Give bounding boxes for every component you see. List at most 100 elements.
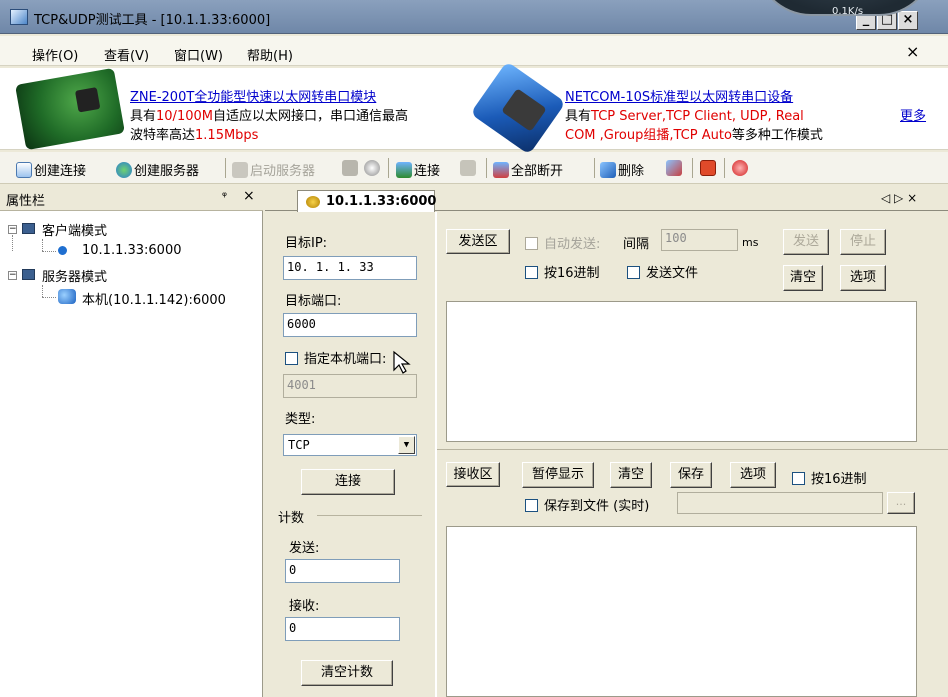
tree-server-mode[interactable]: 服务器模式	[42, 266, 107, 285]
send-area-button[interactable]: 发送区	[446, 229, 510, 254]
save-file-path[interactable]	[677, 492, 883, 514]
interval-label: 间隔	[623, 237, 650, 252]
delete-all-icon	[666, 160, 682, 176]
menu-operate[interactable]: 操作(O)	[32, 45, 78, 64]
module-image[interactable]	[15, 67, 125, 151]
count-group-label: 计数	[278, 511, 305, 526]
send-options-button[interactable]: 选项	[840, 265, 886, 291]
target-port-label: 目标端口:	[285, 294, 342, 309]
cancel-button[interactable]	[364, 160, 382, 177]
pin-icon[interactable]: ᵠ	[222, 189, 227, 203]
disconnect-all-button[interactable]: 全部断开	[493, 160, 563, 179]
ad1-line2: 具有10/100M自适应以太网接口，串口通信最高	[130, 109, 408, 124]
tree-server-item[interactable]: 本机(10.1.1.142):6000	[82, 289, 226, 308]
receive-area: 接收区 暂停显示 清空 保存 选项 按16进制 保存到文件 (实时) ...	[437, 452, 948, 697]
ad1-link[interactable]: ZNE-200T全功能型快速以太网转串口模块	[130, 86, 376, 105]
pause-display-button[interactable]: 暂停显示	[522, 462, 594, 488]
tree-line	[42, 239, 43, 251]
send-textarea[interactable]	[446, 301, 917, 442]
connection-panel: 目标IP: 10. 1. 1. 33 目标端口: 6000 指定本机端口: 40…	[265, 212, 948, 697]
cancel-icon	[364, 160, 380, 176]
local-port-input[interactable]: 4001	[283, 374, 417, 398]
local-port-checkbox[interactable]: 指定本机端口:	[285, 348, 386, 367]
chevron-down-icon[interactable]: ▼	[398, 436, 415, 454]
tab-connection[interactable]: 10.1.1.33:6000	[297, 190, 437, 212]
interval-input[interactable]: 100	[661, 229, 738, 251]
window-title: TCP&UDP测试工具 - [10.1.1.33:6000]	[34, 13, 271, 28]
connection-status-icon	[58, 246, 67, 255]
menu-help[interactable]: 帮助(H)	[247, 45, 293, 64]
toolbar-separator	[594, 158, 595, 178]
create-server-button[interactable]: 创建服务器	[116, 160, 199, 179]
toolbar-separator	[388, 158, 389, 178]
toolbar-separator	[692, 158, 693, 178]
recv-hex-checkbox[interactable]: 按16进制	[792, 468, 867, 487]
save-file-checkbox[interactable]: 保存到文件 (实时)	[525, 495, 649, 514]
disconnect-button[interactable]	[460, 160, 478, 177]
type-label: 类型:	[285, 412, 316, 427]
send-hex-checkbox[interactable]: 按16进制	[525, 262, 600, 281]
new-connection-icon	[16, 162, 32, 178]
target-ip-input[interactable]: 10. 1. 1. 33	[283, 256, 417, 280]
tree-client-item[interactable]: 10.1.1.33:6000	[82, 243, 182, 258]
browse-button[interactable]: ...	[887, 492, 915, 514]
close-button[interactable]: ×	[898, 11, 918, 30]
property-panel-title: 属性栏	[6, 194, 46, 209]
create-connection-button[interactable]: 创建连接	[16, 160, 86, 179]
delete-icon	[600, 162, 616, 178]
property-panel: 属性栏 ᵠ × − 客户端模式 10.1.1.33:6000 − 服务器模式 本…	[0, 185, 263, 697]
help-icon	[732, 160, 748, 176]
power-button[interactable]	[700, 160, 718, 177]
send-count-field[interactable]: 0	[285, 559, 400, 583]
expand-icon[interactable]: −	[8, 271, 17, 280]
delete-button[interactable]: 删除	[600, 160, 644, 179]
toolbar-separator	[486, 158, 487, 178]
save-file-check[interactable]	[525, 499, 538, 512]
delete-all-button[interactable]	[666, 160, 684, 177]
connect-icon	[396, 162, 412, 178]
recv-save-button[interactable]: 保存	[670, 462, 712, 488]
auto-send-check[interactable]	[525, 237, 538, 250]
menu-view[interactable]: 查看(V)	[104, 45, 149, 64]
cursor-icon	[393, 350, 411, 374]
send-file-check[interactable]	[627, 266, 640, 279]
stop-server-button[interactable]	[342, 160, 360, 177]
recv-clear-button[interactable]: 清空	[610, 462, 652, 488]
send-file-checkbox[interactable]: 发送文件	[627, 262, 698, 281]
recv-hex-check[interactable]	[792, 472, 805, 485]
expand-icon[interactable]: −	[8, 225, 17, 234]
menu-close-button[interactable]: ×	[906, 42, 919, 61]
tree-line	[12, 235, 13, 251]
clear-count-button[interactable]: 清空计数	[301, 660, 393, 686]
local-port-check[interactable]	[285, 352, 298, 365]
send-clear-button[interactable]: 清空	[783, 265, 823, 291]
menu-window[interactable]: 窗口(W)	[174, 45, 223, 64]
recv-count-field[interactable]: 0	[285, 617, 400, 641]
more-link[interactable]: 更多	[900, 105, 926, 124]
tree-client-mode[interactable]: 客户端模式	[42, 220, 107, 239]
ad2-link[interactable]: NETCOM-10S标准型以太网转串口设备	[565, 86, 793, 105]
recv-options-button[interactable]: 选项	[730, 462, 776, 488]
client-computer-icon	[22, 223, 35, 234]
server-globe-icon	[116, 162, 132, 178]
power-icon	[700, 160, 716, 176]
start-server-button[interactable]: 启动服务器	[232, 160, 315, 179]
target-port-input[interactable]: 6000	[283, 313, 417, 337]
send-button[interactable]: 发送	[783, 229, 829, 255]
panel-close-icon[interactable]: ×	[243, 188, 255, 204]
disconnect-icon	[460, 160, 476, 176]
receive-textarea[interactable]	[446, 526, 917, 697]
auto-send-checkbox[interactable]: 自动发送:	[525, 233, 600, 252]
receive-area-button[interactable]: 接收区	[446, 462, 500, 487]
tab-nav-controls[interactable]: ◁ ▷ ×	[881, 191, 917, 205]
help-button[interactable]	[732, 160, 750, 177]
ad2-line3: COM ,Group组播,TCP Auto等多种工作模式	[565, 128, 823, 143]
connect-button[interactable]: 连接	[301, 469, 395, 495]
property-panel-header: 属性栏 ᵠ ×	[0, 185, 263, 211]
tab-label: 10.1.1.33:6000	[326, 194, 437, 209]
send-hex-check[interactable]	[525, 266, 538, 279]
stop-button[interactable]: 停止	[840, 229, 886, 255]
type-select[interactable]: TCP ▼	[283, 434, 417, 456]
connect-button[interactable]: 连接	[396, 160, 440, 179]
tree-line	[42, 285, 43, 297]
